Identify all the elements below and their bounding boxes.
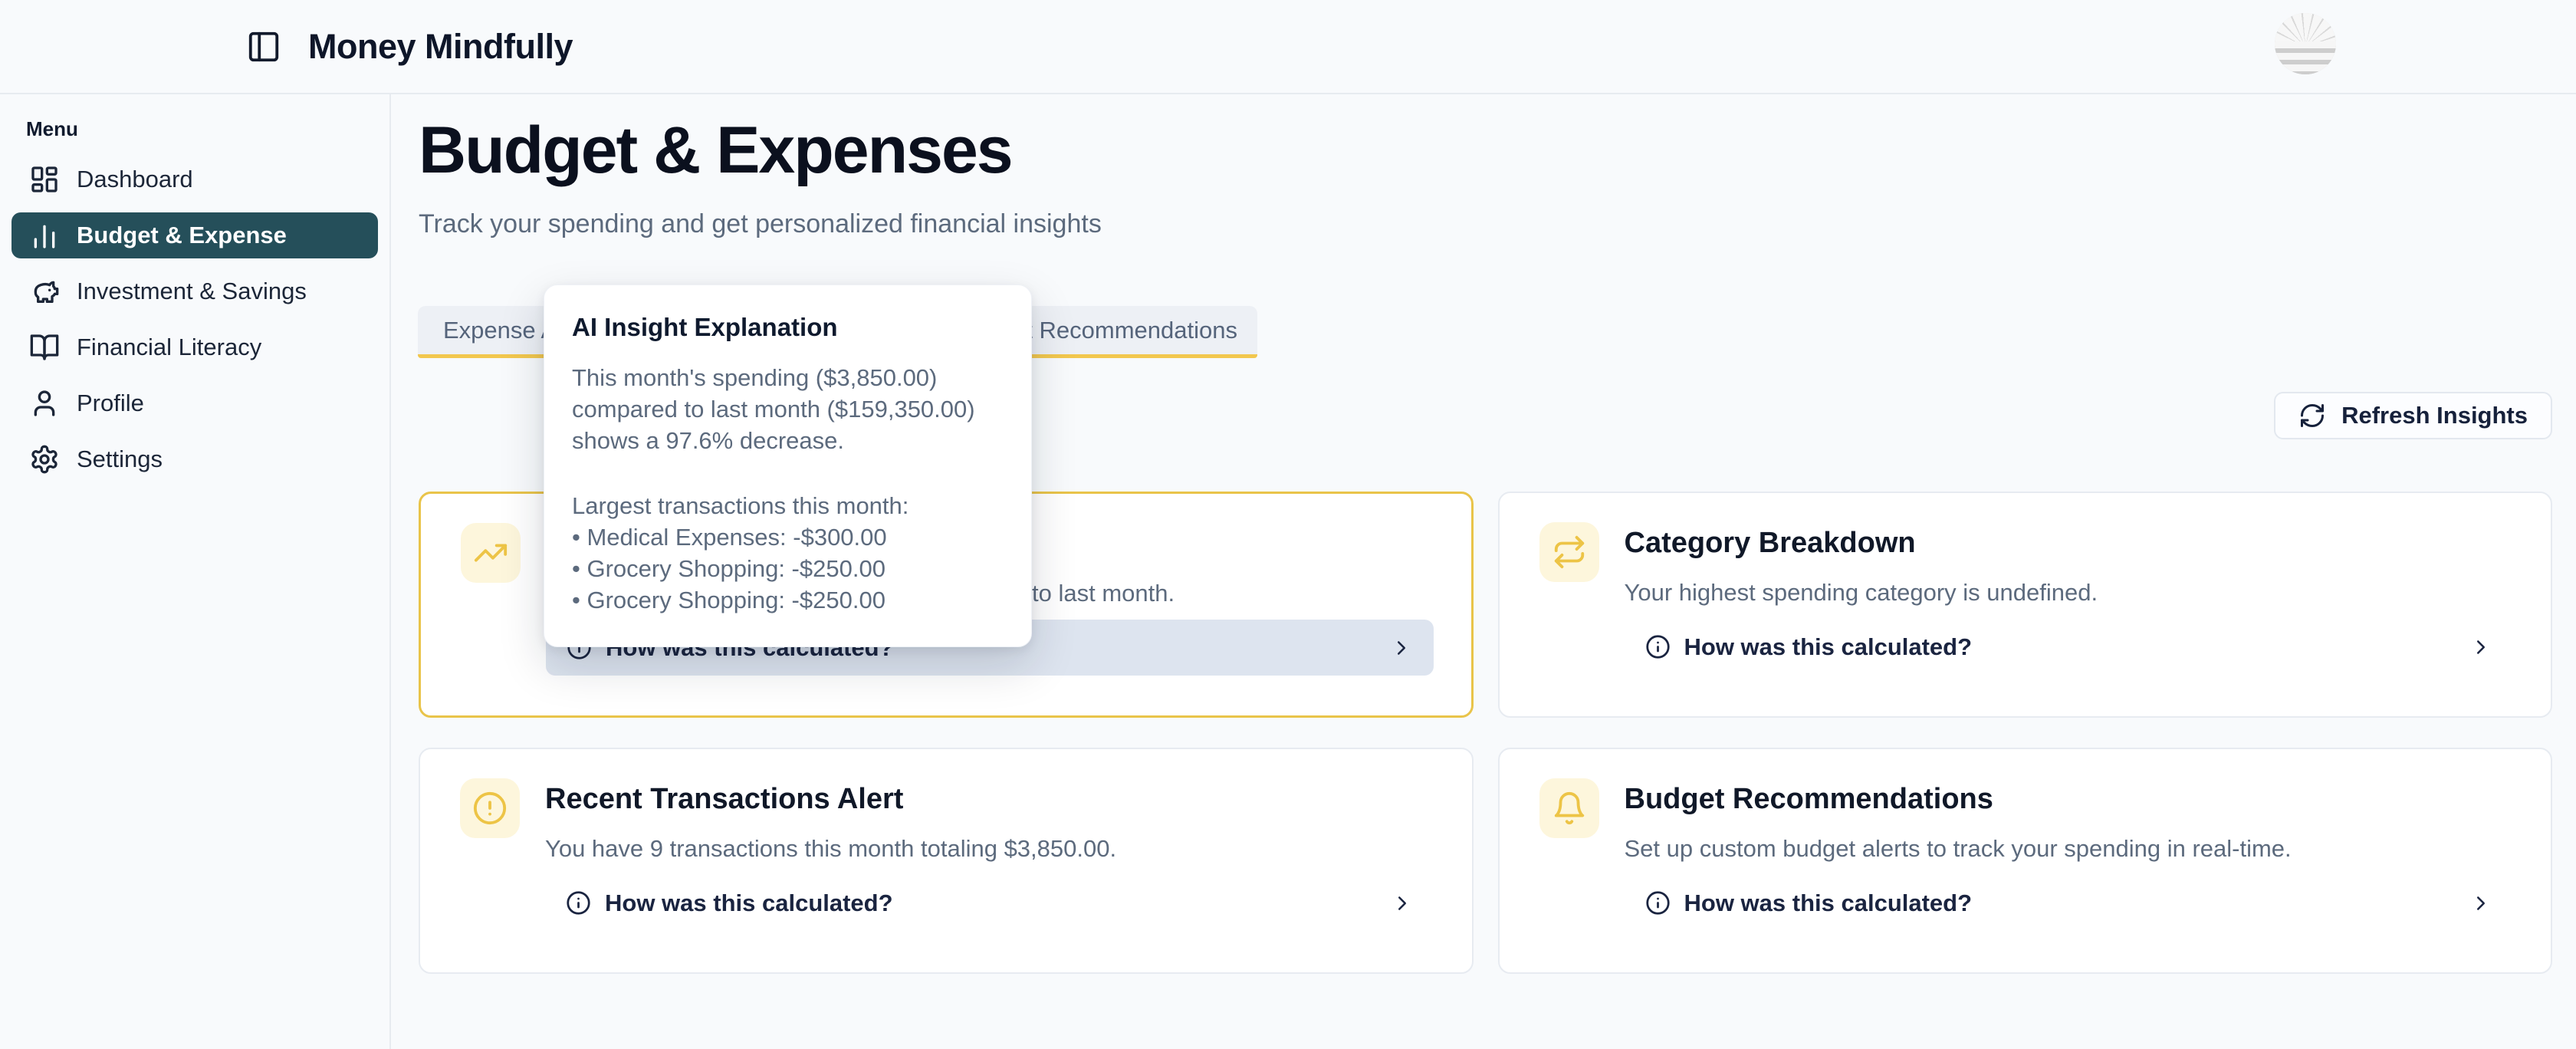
app-root: Money Mindfully Menu Dashboard bbox=[0, 0, 2576, 1049]
how-calculated-button[interactable]: How was this calculated? bbox=[545, 875, 1434, 931]
sidebar-item-profile[interactable]: Profile bbox=[12, 380, 378, 426]
sidebar-item-label: Settings bbox=[77, 446, 163, 473]
book-open-icon bbox=[29, 332, 60, 363]
app-title: Money Mindfully bbox=[308, 27, 573, 67]
popover-list-intro: Largest transactions this month: bbox=[572, 490, 1004, 521]
popover-body: This month's spending ($3,850.00) compar… bbox=[572, 362, 1004, 616]
card-description: Your highest spending category is undefi… bbox=[1625, 579, 2098, 607]
chevron-right-icon bbox=[2469, 636, 2492, 659]
trending-up-icon bbox=[461, 523, 521, 583]
sidebar-item-budget-expense[interactable]: Budget & Expense bbox=[12, 212, 378, 258]
card-recent-transactions-alert: Recent Transactions Alert You have 9 tra… bbox=[419, 748, 1474, 974]
how-calculated-button[interactable]: How was this calculated? bbox=[1625, 875, 2514, 931]
sidebar-item-label: Dashboard bbox=[77, 166, 193, 193]
how-calculated-button[interactable]: How was this calculated? bbox=[1625, 619, 2514, 675]
info-icon bbox=[1645, 890, 1671, 916]
card-description-fragment: to last month. bbox=[1032, 580, 1175, 607]
sidebar-item-label: Investment & Savings bbox=[77, 278, 307, 305]
how-calculated-label: How was this calculated? bbox=[1684, 890, 1973, 917]
how-calculated-label: How was this calculated? bbox=[605, 890, 893, 917]
info-icon bbox=[566, 890, 591, 916]
card-description: You have 9 transactions this month total… bbox=[545, 835, 1116, 863]
card-title: Recent Transactions Alert bbox=[545, 783, 903, 816]
sidebar-item-financial-literacy[interactable]: Financial Literacy bbox=[12, 324, 378, 370]
sidebar-item-dashboard[interactable]: Dashboard bbox=[12, 156, 378, 202]
sidebar-item-label: Profile bbox=[77, 390, 144, 417]
dashboard-icon bbox=[29, 164, 60, 195]
profile-avatar[interactable] bbox=[2275, 13, 2336, 74]
sidebar-toggle-button[interactable] bbox=[242, 25, 285, 68]
alert-circle-icon bbox=[460, 778, 520, 838]
card-title: Budget Recommendations bbox=[1625, 783, 1993, 816]
repeat-icon bbox=[1539, 522, 1599, 582]
chevron-right-icon bbox=[1391, 892, 1414, 915]
refresh-insights-button[interactable]: Refresh Insights bbox=[2274, 392, 2552, 439]
bell-icon bbox=[1539, 778, 1599, 838]
card-title: Category Breakdown bbox=[1625, 527, 1916, 560]
card-description: Set up custom budget alerts to track you… bbox=[1625, 835, 2292, 863]
chevron-right-icon bbox=[2469, 892, 2492, 915]
popover-paragraph: This month's spending ($3,850.00) compar… bbox=[572, 362, 1004, 456]
card-category-breakdown: Category Breakdown Your highest spending… bbox=[1498, 492, 2553, 718]
sidebar-nav: Dashboard Budget & Expense Investment bbox=[0, 156, 389, 482]
popover-bullet-list: Medical Expenses: -$300.00 Grocery Shopp… bbox=[572, 521, 1004, 616]
sidebar: Menu Dashboard Budget & Expense bbox=[0, 94, 391, 1049]
card-budget-recommendations: Budget Recommendations Set up custom bud… bbox=[1498, 748, 2553, 974]
refresh-insights-label: Refresh Insights bbox=[2341, 402, 2528, 429]
chevron-right-icon bbox=[1390, 636, 1413, 659]
popover-bullet: Grocery Shopping: -$250.00 bbox=[572, 553, 1004, 584]
piggy-bank-icon bbox=[29, 276, 60, 307]
popover-bullet: Medical Expenses: -$300.00 bbox=[572, 521, 1004, 553]
user-icon bbox=[29, 388, 60, 419]
settings-icon bbox=[29, 444, 60, 475]
ai-insight-popover: AI Insight Explanation This month's spen… bbox=[544, 284, 1032, 647]
sidebar-item-investment-savings[interactable]: Investment & Savings bbox=[12, 268, 378, 314]
page-subtitle: Track your spending and get personalized… bbox=[419, 209, 1102, 239]
main-content: Budget & Expenses Track your spending an… bbox=[393, 94, 2576, 1049]
how-calculated-label: How was this calculated? bbox=[1684, 633, 1973, 661]
panel-left-icon bbox=[246, 29, 281, 64]
info-icon bbox=[1645, 634, 1671, 659]
app-header: Money Mindfully bbox=[0, 0, 2576, 94]
chart-column-icon bbox=[29, 220, 60, 251]
sidebar-item-label: Financial Literacy bbox=[77, 334, 261, 361]
sidebar-menu-label: Menu bbox=[26, 117, 389, 141]
refresh-icon bbox=[2298, 402, 2326, 429]
popover-bullet: Grocery Shopping: -$250.00 bbox=[572, 584, 1004, 616]
sidebar-item-label: Budget & Expense bbox=[77, 222, 287, 249]
page-title: Budget & Expenses bbox=[419, 113, 1012, 188]
sidebar-item-settings[interactable]: Settings bbox=[12, 436, 378, 482]
popover-title: AI Insight Explanation bbox=[572, 313, 1004, 342]
